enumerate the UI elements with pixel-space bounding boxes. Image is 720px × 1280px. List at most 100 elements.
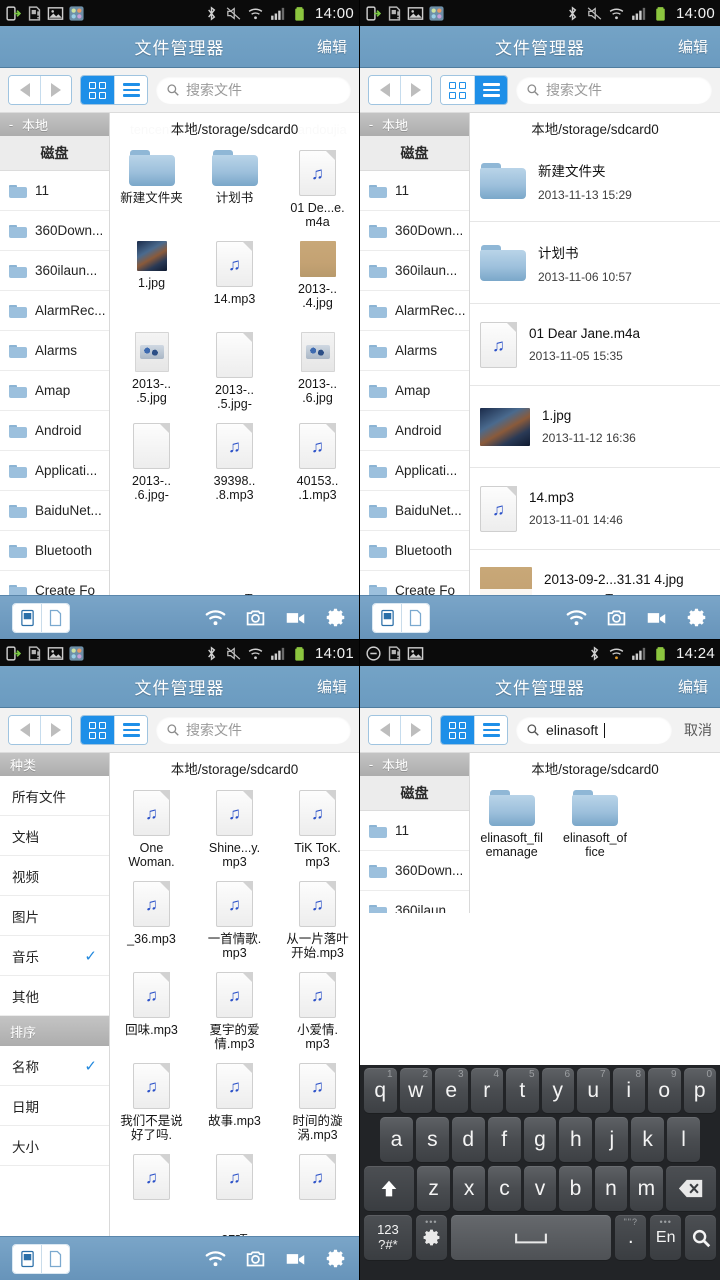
- key-a[interactable]: a: [380, 1117, 413, 1162]
- tab-device[interactable]: [13, 1244, 41, 1273]
- back-button[interactable]: [9, 76, 40, 104]
- key-r[interactable]: 4r: [470, 1068, 503, 1113]
- file-cell[interactable]: ♫: [276, 1148, 359, 1239]
- sidebar-item[interactable]: Applicati...: [360, 451, 469, 491]
- key-h[interactable]: h: [559, 1117, 593, 1162]
- search-key[interactable]: [685, 1215, 717, 1260]
- sidebar-collapse-dash[interactable]: -: [360, 757, 382, 772]
- grid-view-button[interactable]: [441, 76, 474, 104]
- table-row[interactable]: 新建文件夹 2013-11-13 15:29: [470, 140, 720, 222]
- search-input[interactable]: 搜索文件: [156, 716, 351, 744]
- category-item[interactable]: 所有文件: [0, 776, 109, 816]
- sidebar-item[interactable]: AlarmRec...: [360, 291, 469, 331]
- key-p[interactable]: 0p: [683, 1068, 716, 1113]
- forward-button[interactable]: [40, 716, 71, 744]
- sidebar-collapse-dash[interactable]: -: [0, 117, 22, 132]
- key-g[interactable]: g: [523, 1117, 557, 1162]
- sidebar-item[interactable]: 11: [360, 171, 469, 211]
- key-l[interactable]: l: [667, 1117, 701, 1162]
- sidebar-item[interactable]: 11: [0, 171, 109, 211]
- sidebar-item[interactable]: 360ilaun...: [360, 251, 469, 291]
- file-cell[interactable]: ♫ 故事.mp3: [193, 1057, 276, 1148]
- grid-view-button[interactable]: [81, 76, 114, 104]
- file-cell[interactable]: ♫ 40153.. .1.mp3: [276, 417, 359, 508]
- search-input[interactable]: 搜索文件: [156, 76, 351, 104]
- file-cell[interactable]: elinasoft_fil emanage: [470, 784, 553, 875]
- camera-icon[interactable]: [244, 607, 267, 628]
- tab-file[interactable]: [401, 603, 429, 632]
- sidebar-subheader[interactable]: 磁盘: [360, 136, 469, 171]
- sidebar-item[interactable]: AlarmRec...: [0, 291, 109, 331]
- sidebar-item[interactable]: Alarms: [360, 331, 469, 371]
- tab-file[interactable]: [41, 603, 69, 632]
- key-x[interactable]: x: [452, 1166, 486, 1211]
- file-cell[interactable]: 1.jpg: [110, 235, 193, 326]
- edit-button[interactable]: 编辑: [678, 36, 708, 57]
- language-key[interactable]: ••• En: [650, 1215, 682, 1260]
- file-cell[interactable]: 新建文件夹: [110, 144, 193, 235]
- sidebar-item[interactable]: 360Down...: [360, 211, 469, 251]
- sidebar-item[interactable]: BaiduNet...: [360, 491, 469, 531]
- file-cell[interactable]: 2013-.. .6.jpg-: [110, 417, 193, 508]
- grid-view-button[interactable]: [441, 716, 474, 744]
- file-cell[interactable]: 2013-.. .6.jpg: [276, 326, 359, 417]
- camera-icon[interactable]: [244, 1248, 267, 1269]
- sidebar-item[interactable]: Amap: [0, 371, 109, 411]
- sidebar-item[interactable]: Bluetooth: [360, 531, 469, 571]
- sidebar-item[interactable]: 11: [360, 811, 469, 851]
- video-camera-icon[interactable]: [284, 607, 307, 628]
- category-item[interactable]: 图片: [0, 896, 109, 936]
- file-cell[interactable]: ♫ _36.mp3: [110, 875, 193, 966]
- sidebar-item[interactable]: Applicati...: [0, 451, 109, 491]
- edit-button[interactable]: 编辑: [317, 676, 347, 697]
- file-cell[interactable]: ♫ 我们不是说 好了吗.: [110, 1057, 193, 1148]
- file-cell[interactable]: ♫ 时间的漩 涡.mp3: [276, 1057, 359, 1148]
- search-input[interactable]: elinasoft: [516, 716, 672, 744]
- keyboard-settings-key[interactable]: •••: [415, 1215, 447, 1260]
- video-camera-icon[interactable]: [645, 607, 668, 628]
- file-cell[interactable]: ♫ One Woman.: [110, 784, 193, 875]
- key-z[interactable]: z: [417, 1166, 450, 1211]
- wifi-icon[interactable]: [204, 1248, 227, 1269]
- forward-button[interactable]: [40, 76, 71, 104]
- key-v[interactable]: v: [523, 1166, 557, 1211]
- list-view-button[interactable]: [474, 716, 507, 744]
- back-button[interactable]: [9, 716, 40, 744]
- symbols-key[interactable]: 123 ?#*: [363, 1215, 412, 1260]
- wifi-icon[interactable]: [565, 607, 588, 628]
- category-item[interactable]: 音乐 ✓: [0, 936, 109, 976]
- file-cell[interactable]: ♫ Shine...y. mp3: [193, 784, 276, 875]
- key-s[interactable]: s: [415, 1117, 449, 1162]
- file-cell[interactable]: ♫ TiK ToK. mp3: [276, 784, 359, 875]
- sidebar-item[interactable]: Amap: [360, 371, 469, 411]
- sidebar[interactable]: - 本地 磁盘 11 360Down... 360ilaun... AlarmRec.…: [0, 113, 110, 610]
- list-view-button[interactable]: [114, 76, 147, 104]
- sidebar[interactable]: - 本地 磁盘 11 360Down... 360ilaun... AlarmRec.…: [360, 113, 470, 610]
- table-row[interactable]: ♫ 01 Dear Jane.m4a 2013-11-05 15:35: [470, 304, 720, 386]
- key-m[interactable]: m: [630, 1166, 663, 1211]
- grid-view-button[interactable]: [81, 716, 114, 744]
- key-i[interactable]: 8i: [612, 1068, 645, 1113]
- back-button[interactable]: [369, 76, 400, 104]
- file-cell[interactable]: elinasoft_of fice: [553, 784, 636, 875]
- cancel-button[interactable]: 取消: [680, 720, 712, 740]
- back-button[interactable]: [369, 716, 400, 744]
- sidebar-subheader[interactable]: 磁盘: [0, 136, 109, 171]
- sidebar-item[interactable]: Android: [0, 411, 109, 451]
- file-cell[interactable]: ♫: [193, 1148, 276, 1239]
- key-u[interactable]: 7u: [577, 1068, 610, 1113]
- sidebar-item[interactable]: Alarms: [0, 331, 109, 371]
- camera-icon[interactable]: [605, 607, 628, 628]
- edit-button[interactable]: 编辑: [317, 36, 347, 57]
- sidebar-item[interactable]: 360ilaun...: [360, 891, 469, 913]
- sidebar-item[interactable]: 360Down...: [0, 211, 109, 251]
- sort-item[interactable]: 名称 ✓: [0, 1046, 109, 1086]
- key-b[interactable]: b: [559, 1166, 592, 1211]
- gear-icon[interactable]: [324, 607, 347, 628]
- key-n[interactable]: n: [594, 1166, 628, 1211]
- list-view-button[interactable]: [114, 716, 147, 744]
- backspace-key[interactable]: [665, 1166, 716, 1211]
- forward-button[interactable]: [400, 76, 431, 104]
- period-key[interactable]: ""? .: [615, 1215, 647, 1260]
- file-cell[interactable]: 2013-.. .5.jpg: [110, 326, 193, 417]
